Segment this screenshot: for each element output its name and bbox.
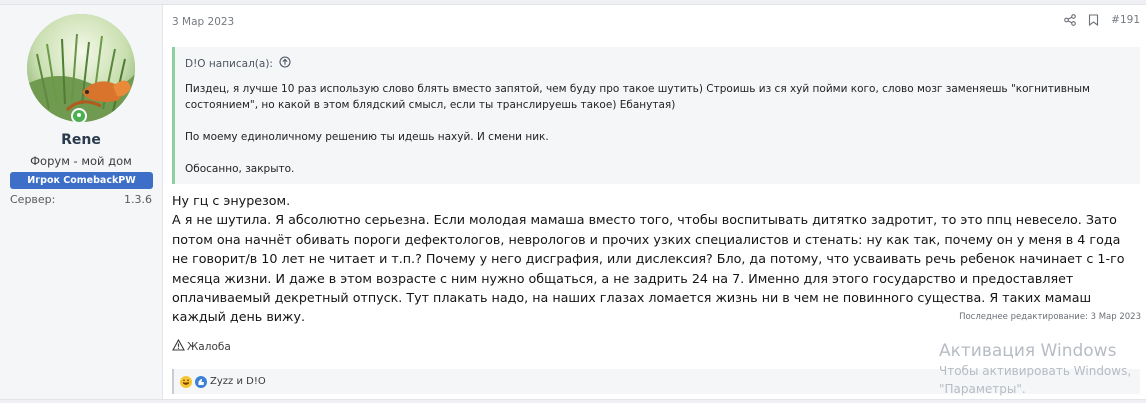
avatar-image <box>27 14 135 122</box>
laugh-reaction-icon <box>180 375 192 388</box>
user-avatar[interactable] <box>27 14 135 122</box>
username-link[interactable]: Rene <box>0 132 162 148</box>
quote-paragraph: Пиздец, я лучше 10 раз использую слово б… <box>185 83 1090 111</box>
watermark-line: Чтобы активировать Windows, <box>939 364 1132 378</box>
report-link[interactable]: Жалоба <box>172 338 231 354</box>
user-banner: Игрок ComebackPW <box>10 172 153 189</box>
quote-author[interactable]: D!O написал(а): <box>185 58 273 70</box>
share-icon[interactable] <box>1064 14 1077 26</box>
server-value: 1.3.6 <box>124 193 152 206</box>
online-status-indicator <box>71 108 87 124</box>
warning-icon <box>172 338 185 354</box>
user-info-panel: Rene Форум - мой дом Игрок ComebackPW Се… <box>0 5 163 399</box>
quote-paragraph: Обосанно, закрыто. <box>185 163 295 175</box>
report-label: Жалоба <box>187 340 231 353</box>
like-reaction-icon <box>195 375 207 388</box>
post-number-link[interactable]: #191 <box>1111 14 1140 26</box>
arrow-up-circle-icon[interactable] <box>279 56 291 71</box>
watermark-title: Активация Windows <box>939 341 1117 361</box>
quote-paragraph: По моему единоличному решению ты идешь н… <box>185 131 549 143</box>
bookmark-icon[interactable] <box>1088 14 1099 26</box>
post-actions: #191 <box>1064 14 1140 26</box>
message-paragraph: А я не шутила. Я абсолютно серьезна. Есл… <box>172 212 1125 325</box>
watermark-line: "Параметры". <box>939 382 1026 396</box>
post-date-link[interactable]: 3 Мар 2023 <box>172 16 234 28</box>
message-paragraph: Ну гц с энурезом. <box>172 193 291 208</box>
last-edited-note: Последнее редактирование: 3 Мар 2023 <box>959 312 1141 322</box>
quote-body: Пиздец, я лучше 10 раз использую слово б… <box>185 81 1125 193</box>
message-body: Ну гц с энурезом. А я не шутила. Я абсол… <box>172 191 1137 327</box>
quote-header[interactable]: D!O написал(а): <box>185 56 291 71</box>
server-label: Сервер: <box>10 193 56 206</box>
quote-block: D!O написал(а): Пиздец, я лучше 10 раз и… <box>172 47 1140 184</box>
reactions-users[interactable]: Zyzz и D!O <box>210 376 266 387</box>
windows-activation-watermark: Активация Windows Чтобы активировать Win… <box>939 340 1146 398</box>
user-title: Форум - мой дом <box>30 154 132 168</box>
